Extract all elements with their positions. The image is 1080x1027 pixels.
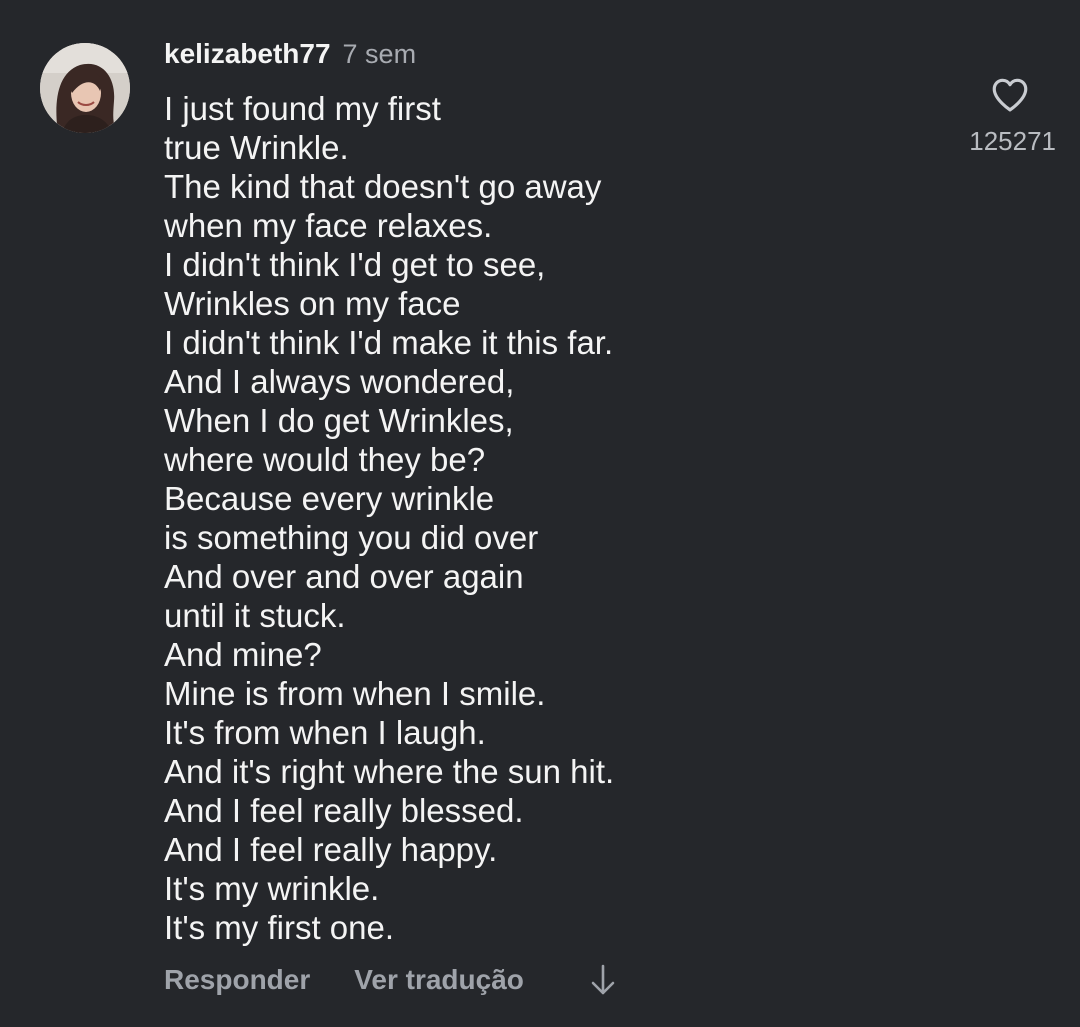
comment-line: I just found my first	[164, 90, 441, 127]
comment-line: It's from when I laugh.	[164, 714, 486, 751]
username[interactable]: kelizabeth77	[164, 38, 331, 70]
comment-header: kelizabeth77 7 sem	[164, 38, 416, 78]
comment-line: And it's right where the sun hit.	[164, 753, 615, 790]
comment-line: And I feel really blessed.	[164, 792, 524, 829]
comment-line: is something you did over	[164, 519, 539, 556]
comment-line: The kind that doesn't go away	[164, 168, 602, 205]
reply-button[interactable]: Responder	[164, 964, 310, 996]
comment-line: And I always wondered,	[164, 363, 515, 400]
comment-line: And over and over again	[164, 558, 524, 595]
comment-line: true Wrinkle.	[164, 129, 349, 166]
arrow-down-icon[interactable]	[588, 962, 618, 998]
comment-line: I didn't think I'd get to see,	[164, 246, 546, 283]
like-control: 125271	[960, 74, 1060, 157]
comment-line: And I feel really happy.	[164, 831, 498, 868]
comment-line: It's my first one.	[164, 909, 395, 946]
comment-line: I didn't think I'd make it this far.	[164, 324, 614, 361]
comment-actions: Responder Ver tradução	[164, 960, 618, 1000]
translate-button[interactable]: Ver tradução	[354, 964, 524, 996]
comment-line: Wrinkles on my face	[164, 285, 461, 322]
comment-text: I just found my first true Wrinkle. The …	[164, 89, 924, 947]
comment-line: where would they be?	[164, 441, 486, 478]
timestamp: 7 sem	[342, 39, 417, 69]
comment-line: until it stuck.	[164, 597, 346, 634]
comment-line: Mine is from when I smile.	[164, 675, 546, 712]
comment-line: When I do get Wrinkles,	[164, 402, 514, 439]
like-count: 125271	[969, 126, 1056, 156]
user-avatar-photo	[40, 43, 130, 133]
comment-line: Because every wrinkle	[164, 480, 495, 517]
comment-line: when my face relaxes.	[164, 207, 493, 244]
heart-outline-icon[interactable]	[989, 74, 1031, 116]
comment-line: It's my wrinkle.	[164, 870, 380, 907]
avatar[interactable]	[40, 43, 130, 133]
comment-line: And mine?	[164, 636, 322, 673]
